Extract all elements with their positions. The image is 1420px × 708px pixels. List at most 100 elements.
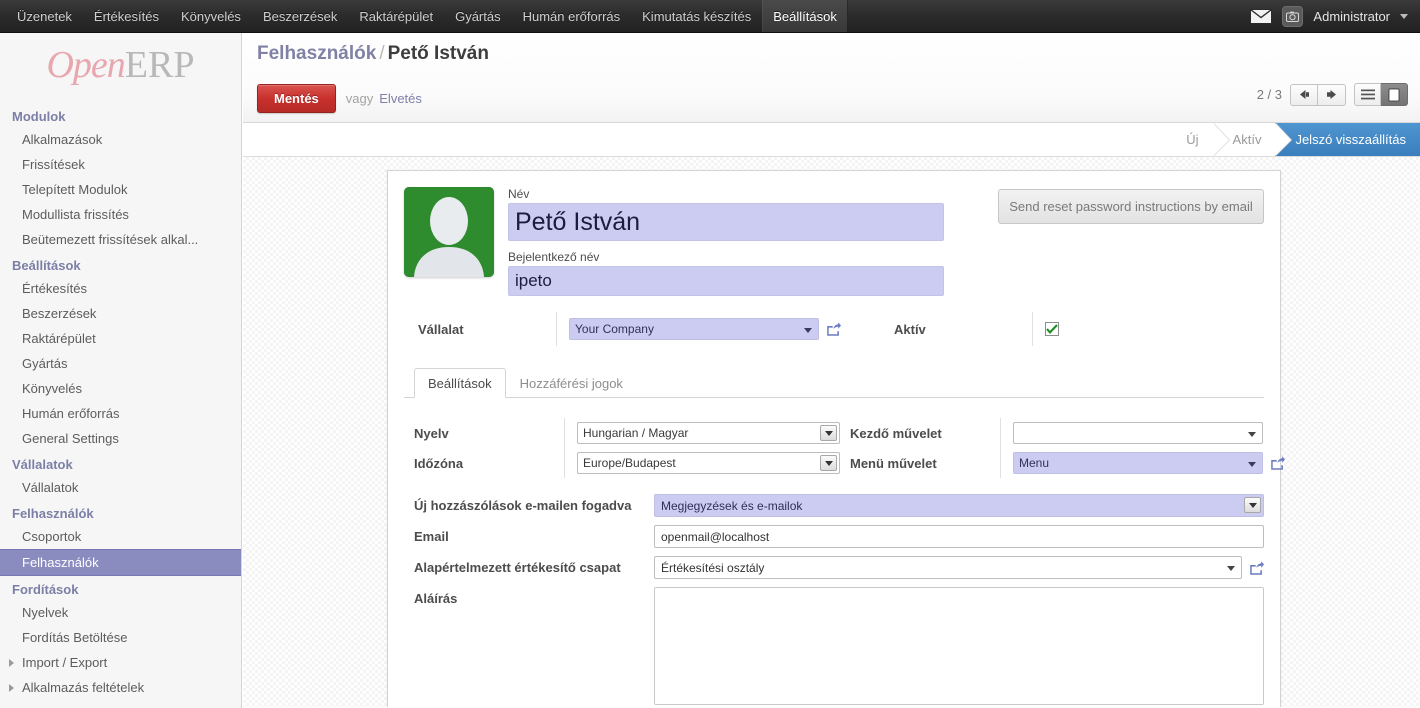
send-reset-password-button[interactable]: Send reset password instructions by emai… (998, 189, 1264, 224)
logo-erp-text: ERP (124, 44, 195, 86)
sidebar-item-beszerz-sek[interactable]: Beszerzések (0, 301, 241, 326)
discard-link[interactable]: Elvetés (379, 91, 422, 106)
menu-item-rakt-r-p-let[interactable]: Raktárépület (348, 0, 444, 32)
divider (1000, 448, 1001, 478)
company-external-link-icon[interactable] (826, 322, 841, 336)
sidebar-item-felhaszn-l-k[interactable]: Felhasználók (0, 549, 241, 576)
sales-team-external-link-icon[interactable] (1249, 560, 1264, 575)
sales-team-row: Alapértelmezett értékesítő csapat Értéke… (414, 556, 1264, 579)
chevron-down-icon (820, 425, 837, 441)
sidebar-item-modullista-friss-t-s[interactable]: Modullista frissítés (0, 202, 241, 227)
user-avatar-icon[interactable] (1282, 5, 1304, 27)
pager-nav-group (1290, 83, 1346, 106)
form-sheet: Név Bejelentkező név Send reset password… (387, 170, 1285, 707)
sidebar-item-ford-t-s-bet-lt-se[interactable]: Fordítás Betöltése (0, 625, 241, 650)
active-label: Aktív (894, 321, 926, 337)
menu-item-k-nyvel-s[interactable]: Könyvelés (170, 0, 252, 32)
menu-item-beszerz-sek[interactable]: Beszerzések (252, 0, 348, 32)
arrow-right-icon (1327, 90, 1336, 99)
language-select[interactable]: Hungarian / Magyar (577, 422, 840, 444)
divider (564, 448, 565, 478)
timezone-value: Europe/Budapest (583, 456, 676, 470)
name-label: Név (508, 187, 530, 201)
active-checkbox[interactable] (1045, 322, 1059, 336)
sidebar-item-csoportok[interactable]: Csoportok (0, 524, 241, 549)
sidebar-item-telep-tett-modulok[interactable]: Telepített Modulok (0, 177, 241, 202)
user-avatar-image[interactable] (404, 187, 494, 277)
sidebar-item-label: Import / Export (22, 655, 108, 670)
menu-action-external-link-icon[interactable] (1270, 456, 1285, 470)
sidebar: Open ERP Modulok Alkalmazások Frissítések Te… (0, 33, 242, 708)
form-view-button[interactable] (1381, 83, 1408, 106)
email-input[interactable]: openmail@localhost (654, 525, 1264, 548)
sidebar-item-general-settings[interactable]: General Settings (0, 426, 241, 451)
sidebar-item-rakt-r-p-let[interactable]: Raktárépület (0, 326, 241, 351)
menu-action-select[interactable]: Menu (1013, 452, 1263, 474)
menu-item-zenetek[interactable]: Üzenetek (6, 0, 83, 32)
sidebar-item-k-nyvel-s[interactable]: Könyvelés (0, 376, 241, 401)
status-step-j[interactable]: Új (1166, 123, 1230, 156)
main-menu: Üzenetek Értékesítés Könyvelés Beszerzések R… (0, 0, 848, 32)
breadcrumb-current: Pető István (387, 43, 489, 64)
home-action-select[interactable] (1013, 422, 1263, 444)
user-menu-label[interactable]: Administrator (1313, 9, 1390, 24)
chevron-down-icon (820, 455, 837, 471)
notification-select[interactable]: Megjegyzések és e-mailok (654, 494, 1264, 517)
sales-team-value: Értékesítési osztály (661, 560, 765, 575)
menu-item-hum-n-er-forr-s[interactable]: Humán erőforrás (512, 0, 632, 32)
save-button[interactable]: Mentés (257, 84, 336, 113)
sidebar-item-be-temezett-friss-t-sek-alkal[interactable]: Beütemezett frissítések alkal... (0, 227, 241, 252)
sidebar-item-label: Frissítések (22, 157, 85, 172)
form-header: Név Bejelentkező név Send reset password… (404, 187, 1264, 296)
sidebar-item-rt-kes-t-s[interactable]: Értékesítés (0, 276, 241, 301)
sidebar-section-be-ll-t-sok: Beállítások (12, 258, 81, 273)
sales-team-select[interactable]: Értékesítési osztály (654, 556, 1242, 579)
sidebar-item-nyelvek[interactable]: Nyelvek (0, 600, 241, 625)
chevron-right-icon (9, 684, 14, 692)
menu-item-kimutat-s-k-sz-t-s[interactable]: Kimutatás készítés (631, 0, 762, 32)
openerp-logo[interactable]: Open ERP (0, 33, 241, 103)
chevron-right-icon (9, 659, 14, 667)
wide-field-rows: Új hozzászólások e-mailen fogadva Megjeg… (404, 494, 1264, 705)
sidebar-item-label: Raktárépület (22, 331, 96, 346)
notification-label: Új hozzászólások e-mailen fogadva (414, 498, 632, 513)
login-input[interactable] (508, 266, 944, 296)
signature-textarea[interactable] (654, 587, 1264, 705)
sidebar-item-import-export[interactable]: Import / Export (0, 650, 241, 675)
sidebar-item-label: Modullista frissítés (22, 207, 129, 222)
list-view-button[interactable] (1354, 83, 1381, 106)
sidebar-item-label: Beszerzések (22, 306, 97, 321)
company-value: Your Company (575, 322, 654, 336)
company-select[interactable]: Your Company (569, 318, 819, 340)
menu-item-gy-rt-s[interactable]: Gyártás (444, 0, 512, 32)
menu-action-label: Menü művelet (850, 455, 937, 471)
timezone-select[interactable]: Europe/Budapest (577, 452, 840, 474)
sidebar-item-alkalmaz-s-felt-telek[interactable]: Alkalmazás feltételek (0, 675, 241, 700)
chevron-down-icon[interactable] (1400, 13, 1408, 19)
sidebar-item-label: Felhasználók (22, 555, 99, 570)
sidebar-section-ford-t-sok: Fordítások (12, 582, 79, 597)
breadcrumb: Felhasználók / Pető István (257, 43, 489, 65)
sidebar-item-hum-n-er-forr-s[interactable]: Humán erőforrás (0, 401, 241, 426)
sidebar-section-modulok: Modulok (12, 109, 66, 124)
login-label: Bejelentkező név (508, 250, 600, 264)
list-icon (1360, 89, 1375, 100)
menu-item-rt-kes-t-s[interactable]: Értékesítés (83, 0, 170, 32)
breadcrumb-parent-link[interactable]: Felhasználók (257, 43, 376, 64)
form-icon (1388, 87, 1400, 102)
sidebar-item-v-llalatok[interactable]: Vállalatok (0, 475, 241, 500)
sidebar-item-friss-t-sek[interactable]: Frissítések (0, 152, 241, 177)
sidebar-item-label: Alkalmazások (22, 132, 103, 147)
control-panel: Felhasználók / Pető István Mentés vagy Elv… (243, 33, 1420, 123)
tab-hozz-f-r-si-jogok[interactable]: Hozzáférési jogok (506, 368, 637, 398)
sidebar-item-gy-rt-s[interactable]: Gyártás (0, 351, 241, 376)
mail-envelope-icon[interactable] (1250, 8, 1273, 24)
pager-next-button[interactable] (1318, 83, 1346, 106)
pager-previous-button[interactable] (1290, 83, 1318, 106)
tab-be-ll-t-sok[interactable]: Beállítások (414, 368, 506, 398)
breadcrumb-separator: / (379, 43, 385, 64)
status-step-jelsz-vissza-ll-t-s[interactable]: Jelszó visszaállítás (1275, 123, 1420, 156)
menu-item-be-ll-t-sok[interactable]: Beállítások (762, 0, 848, 32)
name-input[interactable] (508, 203, 944, 241)
sidebar-item-alkalmaz-sok[interactable]: Alkalmazások (0, 127, 241, 152)
